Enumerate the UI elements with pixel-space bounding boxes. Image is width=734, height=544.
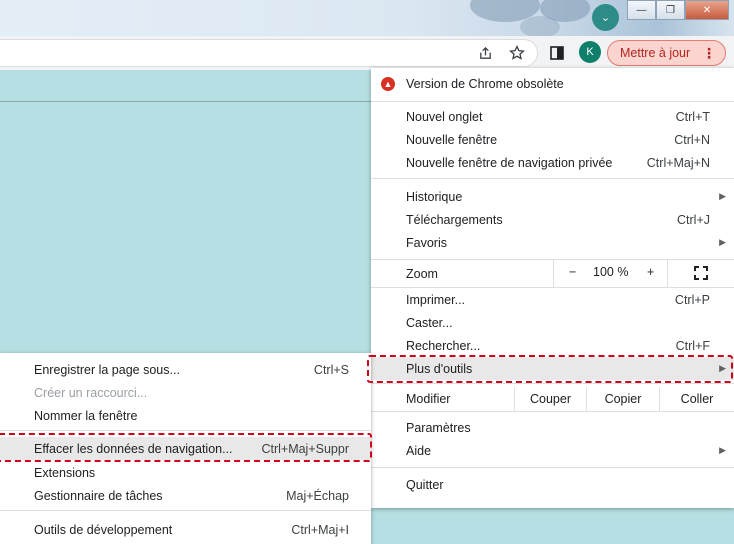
menu-item-help[interactable]: Aide ▶: [371, 439, 734, 462]
minimize-button[interactable]: —: [627, 0, 656, 20]
profile-avatar[interactable]: K: [579, 41, 601, 63]
copy-button[interactable]: Copier: [586, 387, 659, 411]
restore-button[interactable]: ❐: [656, 0, 685, 20]
restore-icon: ❐: [666, 4, 675, 16]
annotation-box-more-tools: [367, 355, 733, 383]
menu-item-new-window[interactable]: Nouvelle fenêtre Ctrl+N: [371, 128, 734, 151]
submenu-item-extensions[interactable]: Extensions: [0, 461, 371, 484]
update-button[interactable]: Mettre à jour ⋮: [607, 40, 726, 66]
submenu-item-create-shortcut: Créer un raccourci...: [34, 385, 148, 400]
chevron-right-icon: ▶: [719, 445, 726, 455]
fullscreen-icon[interactable]: [694, 266, 708, 283]
chevron-right-icon: ▶: [719, 237, 726, 247]
close-window-button[interactable]: ✕: [685, 0, 729, 20]
minimize-icon: —: [636, 4, 647, 16]
cut-button[interactable]: Couper: [514, 387, 586, 411]
zoom-out-button[interactable]: −: [569, 265, 576, 279]
menu-item-history[interactable]: Historique ▶: [371, 185, 734, 208]
zoom-in-button[interactable]: +: [647, 265, 654, 279]
menu-separator: [371, 411, 734, 412]
menu-item-settings[interactable]: Paramètres: [371, 416, 734, 439]
menu-item-downloads[interactable]: Téléchargements Ctrl+J: [371, 208, 734, 231]
menu-item-print[interactable]: Imprimer... Ctrl+P: [371, 288, 734, 311]
menu-separator: [371, 178, 734, 179]
submenu-item-name-window[interactable]: Nommer la fenêtre: [0, 404, 371, 427]
menu-separator: [371, 467, 734, 468]
menu-item-quit[interactable]: Quitter: [371, 473, 734, 496]
bookmark-star-icon[interactable]: [508, 44, 526, 62]
submenu-item-task-manager[interactable]: Gestionnaire de tâches Maj+Échap: [0, 484, 371, 507]
chrome-main-menu: ▲ Version de Chrome obsolète Nouvel ongl…: [371, 68, 734, 508]
update-arrow-icon: ▲: [381, 77, 395, 91]
menu-separator: [371, 101, 734, 102]
menu-item-new-tab[interactable]: Nouvel onglet Ctrl+T: [371, 105, 734, 128]
share-icon[interactable]: [476, 44, 494, 62]
menu-item-update-notice[interactable]: ▲ Version de Chrome obsolète: [371, 71, 734, 97]
menu-separator: [0, 510, 371, 511]
menu-item-find[interactable]: Rechercher... Ctrl+F: [371, 334, 734, 357]
close-icon: ✕: [702, 4, 712, 16]
side-panel-icon[interactable]: [548, 44, 566, 62]
page-divider: [0, 101, 372, 102]
menu-separator: [0, 430, 371, 431]
menu-separator: [371, 383, 734, 384]
wallpaper-shape: [520, 16, 560, 38]
annotation-box-clear-data: [0, 433, 372, 462]
menu-item-cast[interactable]: Caster...: [371, 311, 734, 334]
zoom-level: 100 %: [593, 265, 629, 279]
menu-item-edit: Modifier Couper Copier Coller: [371, 387, 734, 411]
menu-item-bookmarks[interactable]: Favoris ▶: [371, 231, 734, 254]
chevron-right-icon: ▶: [719, 191, 726, 201]
paste-button[interactable]: Coller: [659, 387, 734, 411]
chevron-down-icon: ⌄: [600, 12, 611, 24]
tab-search-button[interactable]: ⌄: [592, 4, 619, 31]
kebab-menu-icon: ⋮: [702, 45, 716, 61]
submenu-item-save-page[interactable]: Enregistrer la page sous... Ctrl+S: [0, 358, 371, 381]
submenu-item-dev-tools[interactable]: Outils de développement Ctrl+Maj+I: [0, 518, 371, 541]
address-bar[interactable]: [0, 39, 538, 67]
menu-item-zoom: Zoom − 100 % +: [371, 260, 734, 287]
menu-item-new-incognito[interactable]: Nouvelle fenêtre de navigation privée Ctr…: [371, 151, 734, 174]
title-bar: [0, 0, 734, 38]
